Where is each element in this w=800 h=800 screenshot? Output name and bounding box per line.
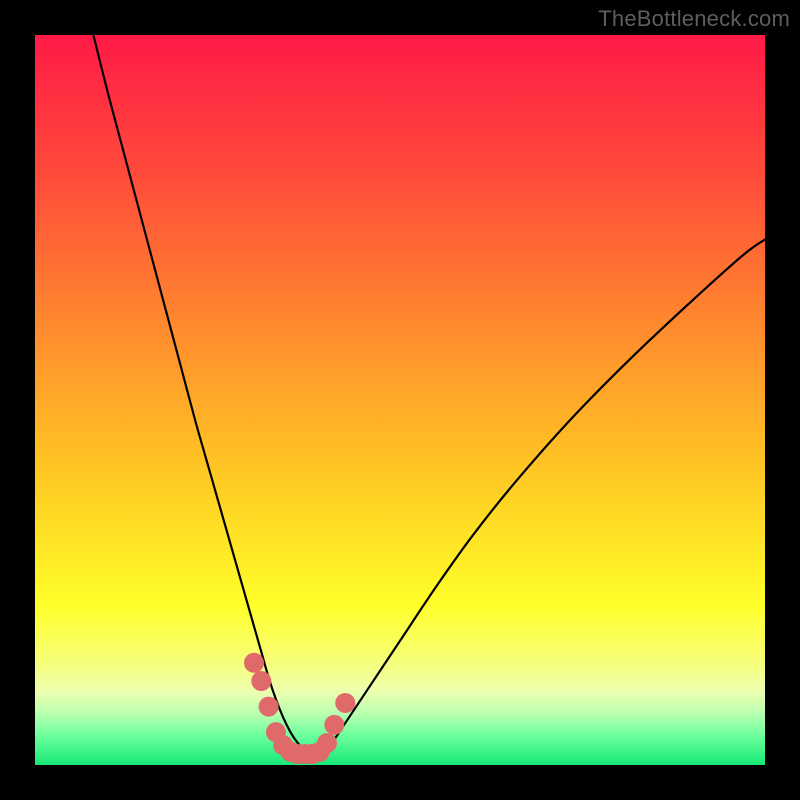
- highlight-marker: [335, 693, 355, 713]
- watermark-text: TheBottleneck.com: [598, 6, 790, 32]
- highlight-marker: [259, 697, 279, 717]
- gradient-background: [35, 35, 765, 765]
- chart-svg: [35, 35, 765, 765]
- highlight-marker: [244, 653, 264, 673]
- highlight-marker: [317, 733, 337, 753]
- chart-frame: TheBottleneck.com: [0, 0, 800, 800]
- plot-area: [35, 35, 765, 765]
- highlight-marker: [324, 715, 344, 735]
- highlight-marker: [251, 671, 271, 691]
